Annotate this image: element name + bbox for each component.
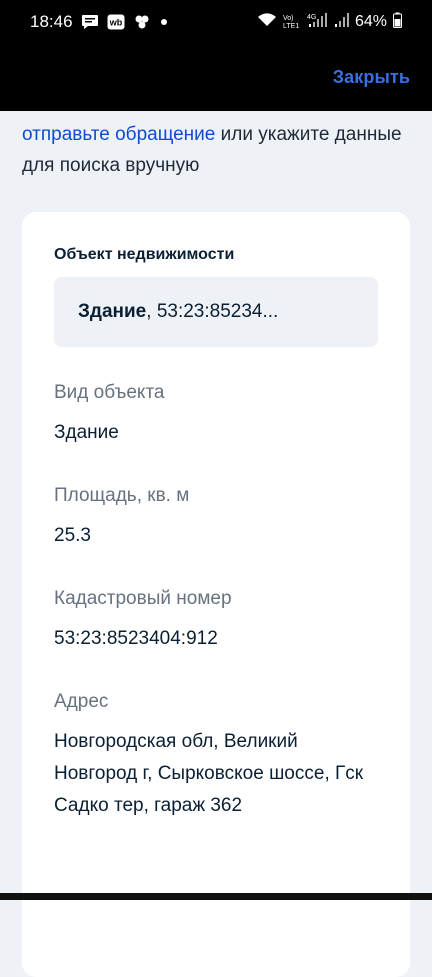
field-address: Адрес Новгородская обл, Великий Новгород…	[54, 690, 384, 822]
modal-header: Закрыть	[0, 44, 432, 111]
card-title: Объект недвижимости	[54, 246, 235, 263]
status-bar: 18:46 wb Vo) LTE1 4G 64%	[0, 0, 432, 44]
close-button[interactable]: Закрыть	[333, 67, 410, 88]
selected-object-field[interactable]: Здание, 53:23:85234...	[54, 277, 378, 347]
field-cadastral-number: Кадастровый номер 53:23:8523404:912	[54, 587, 384, 655]
field-label: Кадастровый номер	[54, 588, 232, 609]
battery-percent: 64%	[354, 13, 387, 30]
clock: 18:46	[30, 12, 73, 31]
signal-icon-2	[334, 12, 349, 33]
battery-icon	[393, 12, 402, 33]
send-request-link[interactable]: отправьте обращение	[22, 124, 215, 145]
field-value: 53:23:8523404:912	[54, 628, 218, 649]
field-value: Здание	[54, 422, 119, 443]
selected-object-kind: Здание	[78, 301, 147, 322]
field-value: Новгородская обл, Великий Новгород г, Сы…	[54, 731, 364, 816]
field-label: Адрес	[54, 691, 109, 712]
svg-text:wb: wb	[108, 18, 122, 28]
wifi-icon	[257, 12, 277, 33]
svg-text:Vo): Vo)	[283, 15, 294, 22]
message-icon	[81, 14, 99, 30]
field-object-type: Вид объекта Здание	[54, 381, 384, 449]
field-label: Вид объекта	[54, 382, 165, 403]
wb-app-icon: wb	[107, 14, 125, 30]
field-label: Площадь, кв. м	[54, 485, 190, 506]
signal-icon-1: 4G	[307, 12, 329, 33]
status-left: 18:46 wb	[30, 12, 169, 32]
svg-text:LTE1: LTE1	[283, 23, 299, 29]
bottom-edge	[0, 893, 432, 900]
property-card: Объект недвижимости Здание, 53:23:85234.…	[22, 212, 410, 977]
main-content: отправьте обращение или укажите данные д…	[0, 111, 432, 977]
field-value: 25.3	[54, 525, 91, 546]
field-area: Площадь, кв. м 25.3	[54, 484, 384, 552]
svg-text:4G: 4G	[307, 14, 316, 21]
intro-text: отправьте обращение или укажите данные д…	[22, 119, 412, 181]
status-right: Vo) LTE1 4G 64%	[257, 12, 402, 33]
bluetooth-devices-icon	[133, 14, 151, 30]
volte-label: Vo) LTE1	[283, 13, 301, 31]
notification-dot-icon	[159, 17, 169, 27]
selected-object-number: , 53:23:85234...	[146, 301, 279, 322]
